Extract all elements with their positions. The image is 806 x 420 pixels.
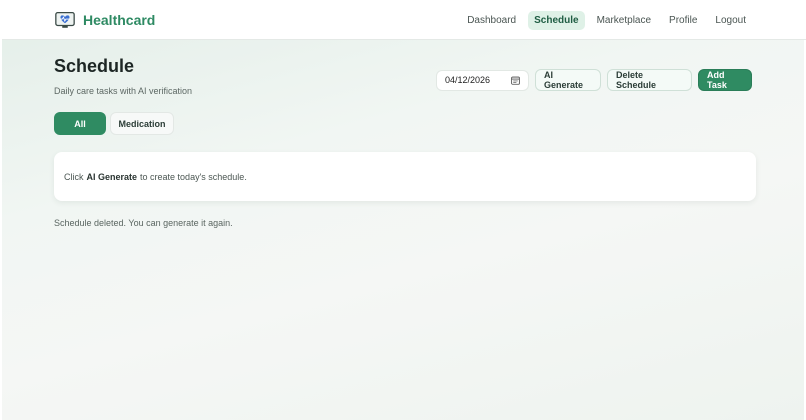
date-picker[interactable]: 04/12/2026: [436, 69, 529, 91]
nav-dashboard[interactable]: Dashboard: [461, 11, 522, 30]
heart-monitor-icon: [55, 12, 75, 28]
delete-schedule-button[interactable]: Delete Schedule: [607, 69, 692, 91]
nav-logout[interactable]: Logout: [709, 11, 752, 30]
calendar-icon[interactable]: [511, 76, 520, 85]
page-subtitle: Daily care tasks with AI verification: [54, 86, 193, 96]
nav-profile[interactable]: Profile: [663, 11, 703, 30]
filter-medication[interactable]: Medication: [110, 112, 174, 135]
schedule-toolbar: 04/12/2026 AI Generate Delete Schedule A…: [436, 69, 752, 91]
main-nav: Dashboard Schedule Marketplace Profile L…: [461, 11, 752, 30]
empty-card-highlight: AI Generate: [86, 171, 138, 182]
nav-schedule[interactable]: Schedule: [528, 11, 585, 30]
brand[interactable]: Healthcard: [54, 9, 155, 31]
empty-schedule-card: Click AI Generate to create today's sche…: [54, 152, 756, 201]
nav-marketplace[interactable]: Marketplace: [591, 11, 657, 30]
status-message: Schedule deleted. You can generate it ag…: [54, 218, 233, 228]
empty-card-prefix: Click: [64, 171, 84, 182]
ai-generate-button[interactable]: AI Generate: [535, 69, 601, 91]
add-task-button[interactable]: Add Task: [698, 69, 752, 91]
date-value: 04/12/2026: [445, 75, 491, 85]
filter-all[interactable]: All: [54, 112, 106, 135]
top-navbar: Healthcard Dashboard Schedule Marketplac…: [2, 0, 806, 40]
filter-chips: All Medication: [54, 112, 174, 135]
page-title: Schedule: [54, 56, 135, 76]
brand-name: Healthcard: [83, 12, 156, 28]
empty-card-suffix: to create today's schedule.: [140, 171, 247, 182]
